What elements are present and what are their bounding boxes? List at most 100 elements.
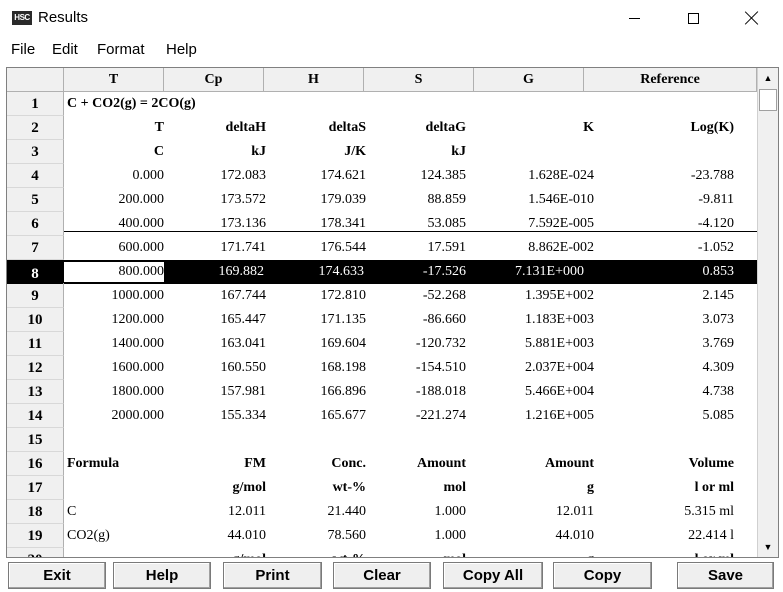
row-header[interactable]: 1 <box>7 92 64 116</box>
table-row[interactable]: 8 800.000 169.882 174.633 -17.526 7.131E+000 0… <box>7 260 757 286</box>
table-cell[interactable]: 1.000 <box>364 500 467 524</box>
table-cell[interactable] <box>264 92 364 116</box>
table-row[interactable]: 19 CO2(g) 44.010 78.560 1.000 44.010 22.414 l <box>7 524 757 548</box>
table-row[interactable]: 7 600.000 171.741 176.544 17.591 8.862E-002 -1… <box>7 236 757 260</box>
table-cell[interactable]: 1.183E+003 <box>474 308 594 332</box>
table-cell[interactable]: 600.000 <box>64 236 165 260</box>
table-cell[interactable]: 1.546E-010 <box>474 188 594 212</box>
table-row[interactable]: 3 CkJ J/K kJ <box>7 140 757 164</box>
table-cell[interactable]: 0.853 <box>584 262 757 282</box>
table-cell[interactable]: Formula <box>64 452 164 476</box>
row-header[interactable]: 5 <box>7 188 64 212</box>
table-row[interactable]: 4 0.000 172.083 174.621 124.385 1.628E-024 -23… <box>7 164 757 188</box>
vertical-scrollbar[interactable]: ▲ ▼ <box>757 68 778 557</box>
table-row[interactable]: 15 <box>7 428 757 452</box>
table-cell[interactable]: 1600.000 <box>64 356 165 380</box>
table-cell[interactable]: 2.145 <box>584 284 735 308</box>
table-cell[interactable]: FM <box>164 452 266 476</box>
table-cell[interactable]: 8.862E-002 <box>474 236 594 260</box>
table-cell[interactable] <box>164 92 264 116</box>
table-cell[interactable]: 1800.000 <box>64 380 165 404</box>
table-cell[interactable]: 4.309 <box>584 356 735 380</box>
table-cell[interactable]: J/K <box>264 140 366 164</box>
table-cell[interactable]: 5.315 ml <box>584 500 734 524</box>
table-cell[interactable]: -86.660 <box>364 308 466 332</box>
table-cell[interactable]: 169.604 <box>264 332 367 356</box>
column-header[interactable]: T <box>64 68 164 92</box>
table-cell[interactable]: 169.882 <box>164 262 264 282</box>
table-cell[interactable]: 800.000 <box>63 261 165 283</box>
table-cell[interactable]: l or ml <box>584 548 734 557</box>
table-cell[interactable]: 7.592E-005 <box>474 212 594 236</box>
table-cell[interactable]: 165.677 <box>264 404 367 428</box>
table-row[interactable]: 16 Formula FM Conc. Amount Amount Volume <box>7 452 757 476</box>
table-cell[interactable]: 155.334 <box>164 404 267 428</box>
menu-help[interactable]: Help <box>166 41 197 58</box>
table-cell[interactable]: Conc. <box>264 452 366 476</box>
table-cell[interactable]: mol <box>364 476 466 500</box>
row-header[interactable]: 13 <box>7 380 64 404</box>
table-cell[interactable]: wt-% <box>264 476 366 500</box>
table-cell[interactable]: kJ <box>164 140 266 164</box>
table-cell[interactable]: deltaH <box>164 116 266 140</box>
table-cell[interactable] <box>164 428 266 452</box>
table-cell[interactable]: g <box>474 548 594 557</box>
scroll-thumb[interactable] <box>759 89 777 111</box>
table-cell[interactable]: C <box>64 140 164 164</box>
table-cell[interactable]: -188.018 <box>364 380 466 404</box>
row-header[interactable]: 15 <box>7 428 64 452</box>
maximize-button[interactable] <box>670 0 716 36</box>
table-cell[interactable] <box>584 428 734 452</box>
table-cell[interactable]: 2.037E+004 <box>474 356 594 380</box>
table-cell[interactable]: 157.981 <box>164 380 267 404</box>
table-cell[interactable]: 1.216E+005 <box>474 404 594 428</box>
table-row[interactable]: 1C + CO2(g) = 2CO(g) <box>7 92 757 116</box>
row-header[interactable]: 8 <box>7 262 64 286</box>
table-cell[interactable]: -4.120 <box>584 212 734 236</box>
table-cell[interactable]: 124.385 <box>364 164 467 188</box>
table-cell[interactable]: 174.621 <box>264 164 367 188</box>
table-cell[interactable] <box>474 140 594 164</box>
table-cell[interactable]: mol <box>364 548 466 557</box>
table-cell[interactable]: -120.732 <box>364 332 466 356</box>
table-cell[interactable]: 200.000 <box>64 188 165 212</box>
row-header[interactable]: 4 <box>7 164 64 188</box>
table-row[interactable]: 2 TdeltaH deltaS deltaG K Log(K) <box>7 116 757 140</box>
menu-file[interactable]: File <box>11 41 35 58</box>
table-cell[interactable] <box>584 140 734 164</box>
table-cell[interactable] <box>264 428 366 452</box>
table-cell[interactable]: 179.039 <box>264 188 367 212</box>
table-cell[interactable]: Amount <box>474 452 594 476</box>
table-cell[interactable]: CO2(g) <box>64 524 164 548</box>
save-button[interactable]: Save <box>677 562 774 589</box>
table-cell[interactable]: 171.135 <box>264 308 367 332</box>
row-header[interactable]: 16 <box>7 452 64 476</box>
table-row[interactable]: 5 200.000 173.572 179.039 88.859 1.546E-010 -9… <box>7 188 757 212</box>
table-cell[interactable]: 173.136 <box>164 212 267 236</box>
table-cell[interactable]: -1.052 <box>584 236 734 260</box>
row-header[interactable]: 7 <box>7 236 64 260</box>
row-header[interactable]: 2 <box>7 116 64 140</box>
copy-button[interactable]: Copy <box>553 562 652 589</box>
row-header[interactable]: 14 <box>7 404 64 428</box>
table-cell[interactable]: 4.738 <box>584 380 735 404</box>
table-cell[interactable]: 7.131E+000 <box>474 262 584 282</box>
table-cell[interactable]: 1400.000 <box>64 332 165 356</box>
table-cell[interactable]: Log(K) <box>584 116 734 140</box>
table-cell[interactable]: -52.268 <box>364 284 466 308</box>
table-cell[interactable]: 172.083 <box>164 164 267 188</box>
table-cell[interactable]: 171.741 <box>164 236 267 260</box>
table-cell[interactable]: 165.447 <box>164 308 267 332</box>
table-cell[interactable]: 0.000 <box>64 164 165 188</box>
copy-all-button[interactable]: Copy All <box>443 562 543 589</box>
table-cell[interactable] <box>64 428 164 452</box>
table-cell[interactable]: 1000.000 <box>64 284 165 308</box>
table-row[interactable]: 20 g/molwt-%molgl or ml <box>7 548 757 557</box>
print-button[interactable]: Print <box>223 562 322 589</box>
table-cell[interactable]: 173.572 <box>164 188 267 212</box>
row-header[interactable]: 17 <box>7 476 64 500</box>
minimize-button[interactable] <box>611 0 657 36</box>
table-cell[interactable]: -154.510 <box>364 356 466 380</box>
table-row[interactable]: 10 1200.000 165.447 171.135 -86.660 1.183E+00… <box>7 308 757 332</box>
table-row[interactable]: 14 2000.000 155.334 165.677 -221.274 1.216E+0… <box>7 404 757 428</box>
